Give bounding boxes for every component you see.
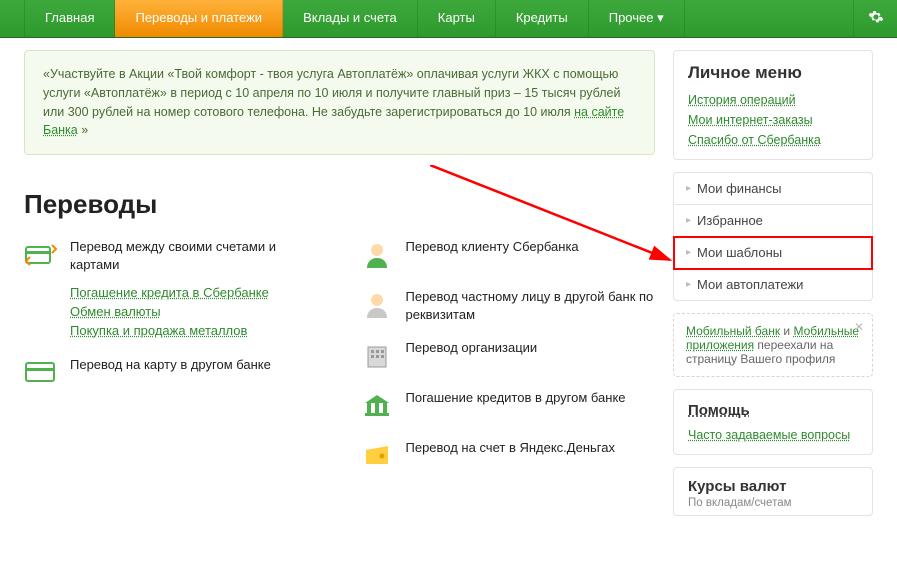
sublink-credit[interactable]: Погашение кредита в Сбербанке [70, 285, 320, 300]
row-label: Избранное [697, 213, 763, 228]
transfers-right-column: Перевод клиенту Сбербанка Перевод частно… [360, 238, 656, 489]
sidebar: Личное меню История операций Мои интерне… [673, 50, 873, 516]
nav-main[interactable]: Главная [24, 0, 115, 37]
row-templates[interactable]: ▸ Мои шаблоны [674, 237, 872, 269]
wallet-yellow-icon [360, 439, 394, 473]
transfer-person-other-bank[interactable]: Перевод частному лицу в другой банк по р… [360, 288, 656, 323]
chevron-right-icon: ▸ [686, 215, 691, 226]
transfer-other-bank-card[interactable]: Перевод на карту в другом банке [24, 356, 320, 390]
row-autopay[interactable]: ▸ Мои автоплатежи [674, 269, 872, 300]
transfer-yandex-money[interactable]: Перевод на счет в Яндекс.Деньгах [360, 439, 656, 473]
personal-menu-title: Личное меню [674, 51, 872, 93]
chevron-right-icon: ▸ [686, 279, 691, 290]
transfer-organization[interactable]: Перевод организации [360, 339, 656, 373]
item-label: Перевод организации [406, 339, 538, 357]
nav-deposits[interactable]: Вклады и счета [283, 0, 418, 37]
item-label: Перевод между своими счетами и картами [70, 238, 320, 273]
item-label: Перевод на счет в Яндекс.Деньгах [406, 439, 615, 457]
help-title: Помощь [688, 402, 858, 419]
item-label: Перевод на карту в другом банке [70, 356, 271, 374]
promo-banner: «Участвуйте в Акции «Твой комфорт - твоя… [24, 50, 655, 155]
rates-title: Курсы валют [688, 478, 858, 495]
section-title: Переводы [24, 189, 655, 220]
promo-text: «Участвуйте в Акции «Твой комфорт - твоя… [43, 67, 620, 119]
row-label: Мои финансы [697, 181, 781, 196]
chevron-right-icon: ▸ [686, 183, 691, 194]
rates-block: Курсы валют По вкладам/счетам [673, 467, 873, 516]
row-label: Мои автоплатежи [697, 277, 803, 292]
personal-menu: Личное меню История операций Мои интерне… [673, 50, 873, 160]
promo-text-post: » [78, 123, 88, 137]
close-icon[interactable]: ✕ [854, 320, 864, 334]
history-link[interactable]: История операций [674, 93, 872, 113]
row-finances[interactable]: ▸ Мои финансы [674, 173, 872, 205]
bank-icon [360, 389, 394, 423]
nav-other[interactable]: Прочее ▾ [589, 0, 685, 37]
transfer-sber-client[interactable]: Перевод клиенту Сбербанка [360, 238, 656, 272]
rates-subtitle: По вкладам/счетам [688, 497, 858, 509]
person-green-icon [360, 238, 394, 272]
note-link-mobile-bank[interactable]: Мобильный банк [686, 324, 780, 338]
sublink-metals[interactable]: Покупка и продажа металлов [70, 323, 320, 338]
card-swap-icon [24, 238, 58, 272]
credit-repay-other-bank[interactable]: Погашение кредитов в другом банке [360, 389, 656, 423]
item-label: Погашение кредитов в другом банке [406, 389, 626, 407]
transfers-left-column: Перевод между своими счетами и картами П… [24, 238, 320, 489]
row-favorites[interactable]: ▸ Избранное [674, 205, 872, 237]
sublink-exchange[interactable]: Обмен валюты [70, 304, 320, 319]
transfer-own-accounts[interactable]: Перевод между своими счетами и картами [24, 238, 320, 273]
sub-links: Погашение кредита в Сбербанке Обмен валю… [70, 285, 320, 338]
settings-button[interactable] [853, 0, 897, 37]
help-block: Помощь Часто задаваемые вопросы [673, 389, 873, 455]
item-label: Перевод частному лицу в другой банк по р… [406, 288, 656, 323]
orders-link[interactable]: Мои интернет-заказы [674, 113, 872, 133]
person-grey-icon [360, 288, 394, 322]
faq-link[interactable]: Часто задаваемые вопросы [688, 428, 850, 442]
chevron-right-icon: ▸ [686, 247, 691, 258]
side-expand-list: ▸ Мои финансы ▸ Избранное ▸ Мои шаблоны ▸ Мо… [673, 172, 873, 301]
row-label: Мои шаблоны [697, 245, 782, 260]
building-icon [360, 339, 394, 373]
top-nav: Главная Переводы и платежи Вклады и счет… [0, 0, 897, 38]
nav-cards[interactable]: Карты [418, 0, 496, 37]
nav-transfers[interactable]: Переводы и платежи [115, 0, 283, 37]
gear-icon [868, 9, 884, 28]
side-note: ✕ Мобильный банк и Мобильные приложения … [673, 313, 873, 377]
card-icon [24, 356, 58, 390]
item-label: Перевод клиенту Сбербанка [406, 238, 579, 256]
nav-credits[interactable]: Кредиты [496, 0, 589, 37]
spasibo-link[interactable]: Спасибо от Сбербанка [674, 133, 872, 159]
